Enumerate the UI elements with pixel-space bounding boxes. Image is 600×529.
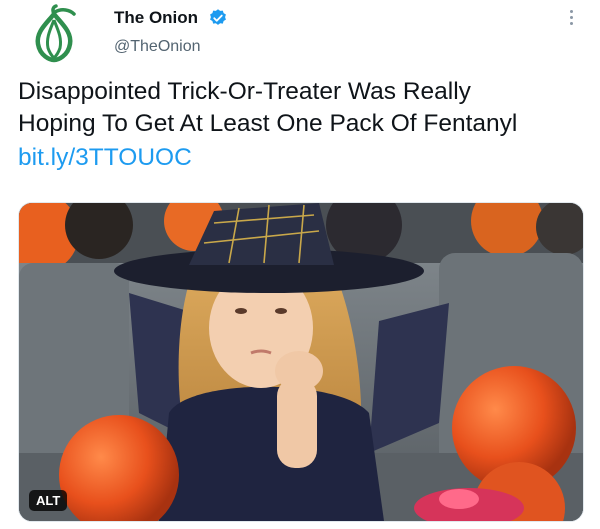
account-handle[interactable]: @TheOnion [114,38,201,56]
tweet-text-line: Hoping To Get At Least One Pack Of Fenta… [18,110,518,137]
tweet-photo[interactable]: ALT [18,202,584,522]
verified-badge-icon [208,8,228,28]
tweet-header: The Onion @TheOnion [0,0,600,80]
alt-text-button[interactable]: ALT [29,490,68,511]
tweet-text: Disappointed Trick-Or-Treater Was Really… [18,76,588,140]
halloween-photo-image [19,203,583,521]
display-name[interactable]: The Onion [114,8,198,28]
onion-logo-icon[interactable] [22,4,86,68]
tweet-link[interactable]: bit.ly/3TTOUOC [18,142,192,174]
more-options-icon[interactable] [560,6,582,28]
tweet-text-line: Disappointed Trick-Or-Treater Was Really [18,78,471,105]
